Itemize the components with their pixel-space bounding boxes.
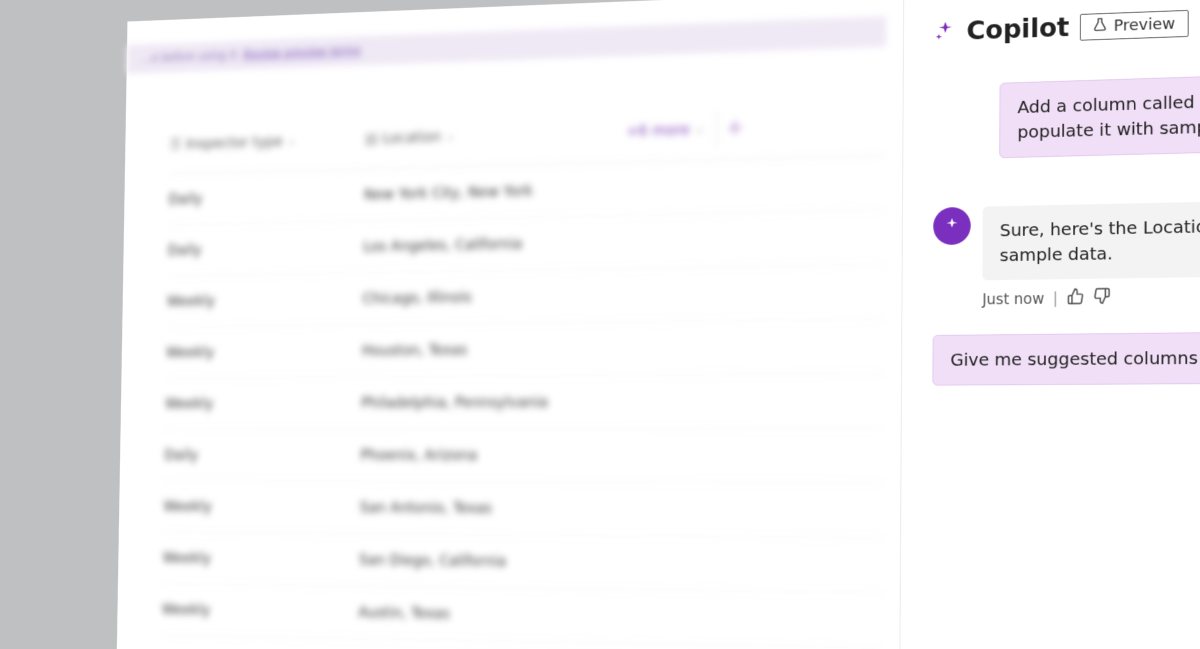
banner-text: …e before using it. bbox=[141, 49, 240, 65]
cell-inspector: Daily bbox=[168, 238, 364, 259]
cell-inspector: Weekly bbox=[163, 498, 359, 516]
preview-badge: Preview bbox=[1080, 10, 1189, 41]
preview-banner: …e before using it. Review preview terms bbox=[127, 16, 887, 73]
sparkle-icon bbox=[934, 19, 956, 45]
cell-location: Chicago, Illinois bbox=[362, 287, 613, 308]
preview-label: Preview bbox=[1114, 15, 1176, 35]
column-type-icon: ☰ bbox=[169, 136, 181, 153]
table-row[interactable]: WeeklyHouston, Texas bbox=[166, 319, 885, 378]
user-message: Give me suggested columns for the table bbox=[932, 331, 1200, 386]
thumbs-down-button[interactable] bbox=[1093, 287, 1111, 309]
message-feedback-row: Just now | bbox=[982, 283, 1200, 310]
plus-icon: + bbox=[726, 115, 744, 141]
assistant-message-text: Sure, here's the Location column with sa… bbox=[1000, 213, 1200, 265]
chevron-down-icon: ⌄ bbox=[695, 122, 705, 136]
cell-location: Phoenix, Arizona bbox=[360, 447, 612, 465]
cell-location: Los Angeles, California bbox=[363, 233, 614, 255]
message-timestamp: Just now bbox=[982, 290, 1044, 308]
chevron-down-icon: ⌄ bbox=[287, 134, 296, 147]
copilot-header: Copilot Preview bbox=[934, 0, 1200, 48]
user-message-text: Give me suggested columns for the table bbox=[950, 346, 1200, 370]
cell-location: Austin, Texas bbox=[358, 604, 610, 625]
cell-inspector: Weekly bbox=[165, 395, 361, 413]
copilot-title: Copilot bbox=[966, 13, 1069, 47]
table-row[interactable]: WeeklyAustin, Texas bbox=[161, 584, 882, 648]
cell-location: Philadelphia, Pennsylvania bbox=[361, 393, 612, 411]
copilot-pane: Copilot Preview Add a column called Loca… bbox=[899, 0, 1200, 649]
banner-link[interactable]: Review preview terms bbox=[243, 44, 361, 61]
data-table-pane: …e before using it. Review preview terms… bbox=[115, 0, 903, 649]
table-row[interactable]: WeeklySan Antonio, Texas bbox=[163, 481, 883, 538]
more-columns-label: +6 more bbox=[626, 121, 690, 140]
add-column-button[interactable]: + bbox=[716, 108, 754, 148]
cell-location: New York City, New York bbox=[364, 180, 615, 203]
column-header-location[interactable]: ▤ Location ⌄ bbox=[365, 123, 616, 147]
column-header-label: Location bbox=[382, 128, 441, 147]
table-row[interactable]: WeeklySan Diego, California bbox=[162, 533, 883, 594]
user-message: Add a column called Location and populat… bbox=[999, 70, 1200, 158]
table-row[interactable]: DailyPhoenix, Arizona bbox=[164, 429, 884, 484]
cell-location: San Antonio, Texas bbox=[360, 499, 612, 518]
cell-inspector: Weekly bbox=[162, 601, 359, 621]
cell-location: Houston, Texas bbox=[362, 340, 613, 360]
assistant-message: Sure, here's the Location column with sa… bbox=[982, 198, 1200, 281]
user-message-text: Add a column called Location and populat… bbox=[1017, 88, 1200, 143]
table-row[interactable]: WeeklyChicago, Illinois bbox=[166, 265, 884, 328]
column-header-inspector[interactable]: ☰ Inspector type ⌄ bbox=[169, 130, 365, 152]
cell-inspector: Weekly bbox=[166, 342, 362, 361]
cell-location: San Diego, California bbox=[359, 551, 611, 571]
table-row[interactable]: WeeklyPhiladelphia, Pennsylvania bbox=[165, 374, 884, 430]
flask-icon bbox=[1093, 17, 1107, 36]
cell-inspector: Weekly bbox=[167, 290, 363, 310]
copilot-avatar bbox=[933, 207, 971, 245]
separator: | bbox=[1053, 290, 1058, 307]
cell-inspector: Weekly bbox=[163, 550, 360, 569]
cell-inspector: Daily bbox=[168, 186, 364, 207]
column-type-icon: ▤ bbox=[365, 130, 378, 147]
chevron-down-icon: ⌄ bbox=[446, 130, 455, 143]
column-header-label: Inspector type bbox=[186, 133, 283, 153]
more-columns-button[interactable]: +6 more ⌄ bbox=[615, 120, 716, 140]
thumbs-up-button[interactable] bbox=[1066, 288, 1083, 310]
cell-inspector: Daily bbox=[164, 447, 360, 464]
